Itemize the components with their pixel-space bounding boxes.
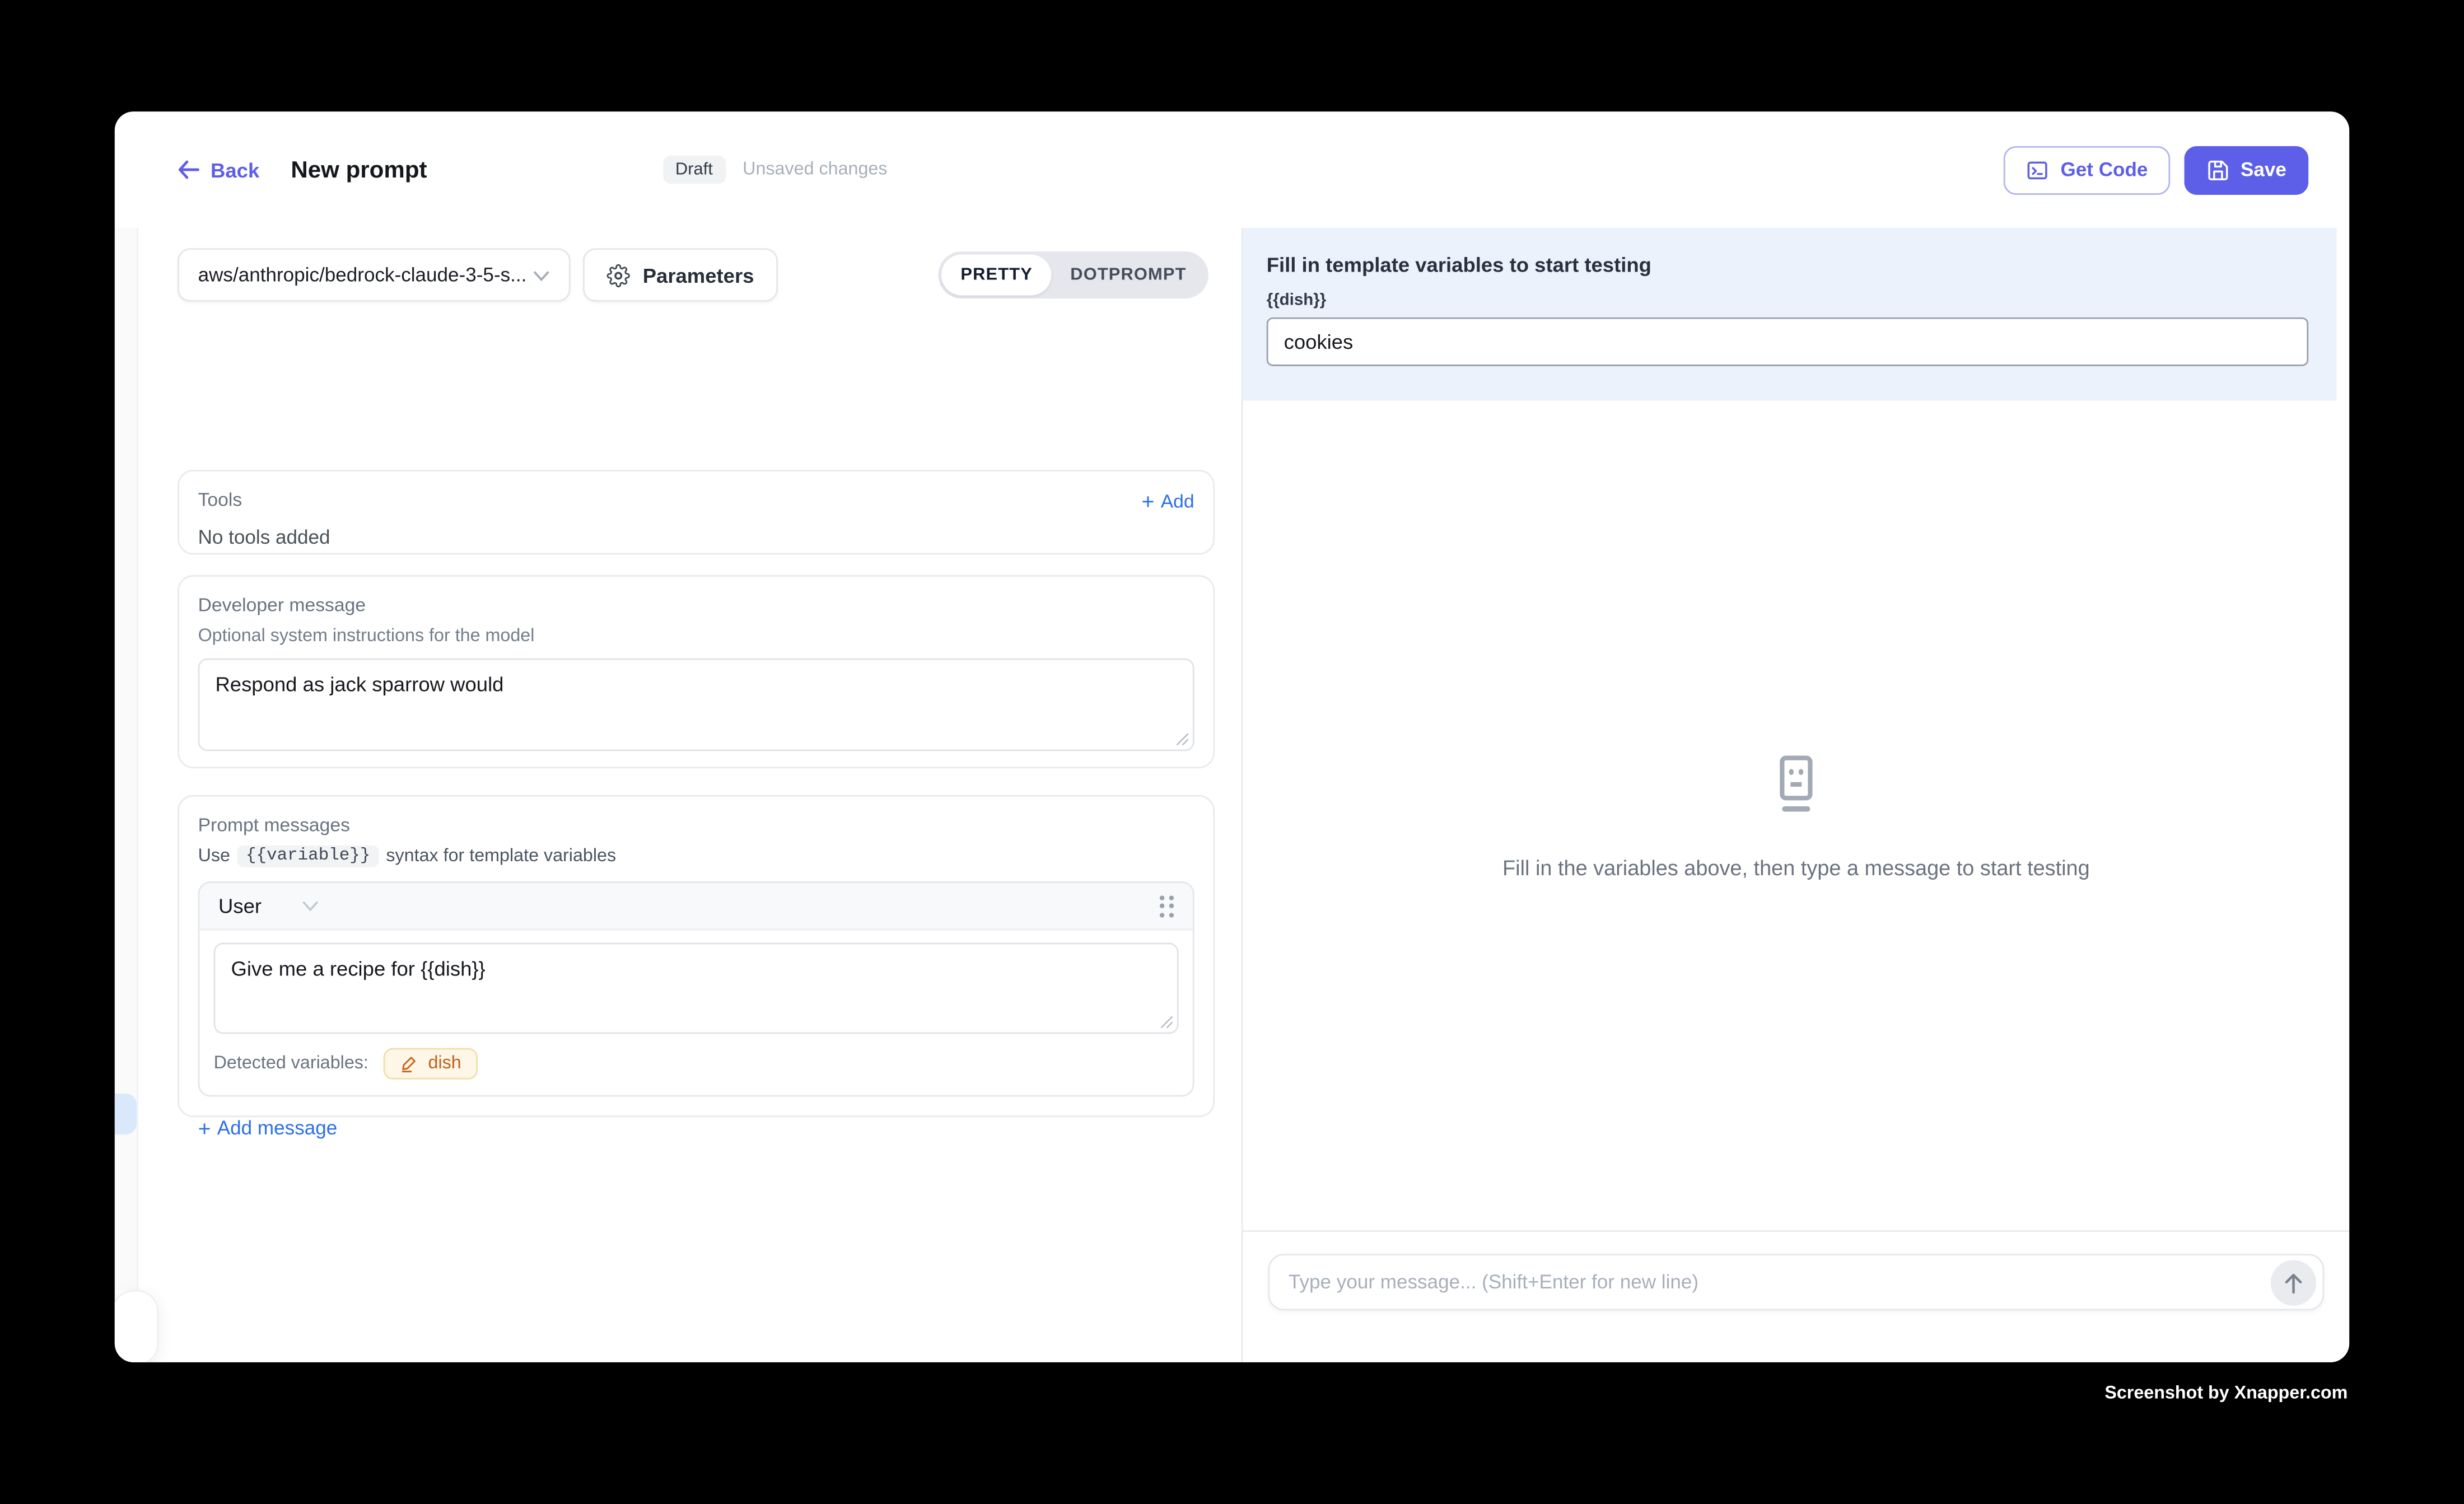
chevron-down-icon <box>302 900 320 912</box>
save-icon <box>2206 158 2229 181</box>
message-header: User <box>199 883 1192 930</box>
plus-icon: + <box>198 1119 211 1138</box>
page-title: New prompt <box>291 156 427 183</box>
corner-card <box>115 1290 159 1362</box>
toggle-option-dotprompt[interactable]: DOTPROMPT <box>1052 255 1206 296</box>
drag-handle-icon[interactable] <box>1160 895 1174 917</box>
editor-panel: aws/anthropic/bedrock-claude-3-5-s... Pa… <box>115 228 1243 1362</box>
message-textarea[interactable]: Give me a recipe for {{dish}} <box>214 943 1179 1034</box>
add-tool-button[interactable]: + Add <box>1142 491 1194 512</box>
tester-panel: Fill in template variables to start test… <box>1243 228 2350 1362</box>
send-button[interactable] <box>2271 1260 2316 1306</box>
developer-message-title: Developer message <box>198 596 1194 616</box>
code-terminal-icon <box>2026 158 2050 181</box>
parameters-label: Parameters <box>643 263 754 287</box>
save-label: Save <box>2241 158 2286 180</box>
resize-handle-icon[interactable] <box>1175 732 1189 746</box>
resize-handle-icon[interactable] <box>1160 1015 1174 1029</box>
parameters-button[interactable]: Parameters <box>583 248 777 301</box>
tester-title: Fill in template variables to start test… <box>1267 253 2308 277</box>
chevron-down-icon <box>533 269 550 281</box>
message-body: Give me a recipe for {{dish}} Detected v… <box>199 930 1192 1095</box>
role-selector[interactable]: User <box>218 894 320 918</box>
chat-input[interactable] <box>1268 1254 2325 1310</box>
prompt-messages-card: Prompt messages Use {{variable}} syntax … <box>178 795 1215 1117</box>
app-window: Back New prompt Draft Unsaved changes Ge… <box>115 111 2349 1362</box>
main-content: aws/anthropic/bedrock-claude-3-5-s... Pa… <box>115 228 2349 1362</box>
header: Back New prompt Draft Unsaved changes Ge… <box>115 111 2349 228</box>
message-input[interactable] <box>1289 1271 2253 1293</box>
draft-badge: Draft <box>662 156 725 184</box>
tools-empty-text: No tools added <box>198 526 1194 548</box>
screenshot-stage: Back New prompt Draft Unsaved changes Ge… <box>0 0 2464 1503</box>
robot-face-icon <box>1766 752 1826 815</box>
tools-title: Tools <box>198 491 242 511</box>
variable-code-chip: {{variable}} <box>238 846 378 867</box>
role-value: User <box>218 894 262 918</box>
tools-card: Tools + Add No tools added <box>178 470 1215 555</box>
watermark: Screenshot by Xnapper.com <box>2104 1384 2348 1403</box>
gear-icon <box>606 263 630 287</box>
left-rail <box>115 228 138 1290</box>
unsaved-changes-label: Unsaved changes <box>743 160 887 179</box>
detected-variables-row: Detected variables: dish <box>214 1048 1179 1080</box>
detected-variables-label: Detected variables: <box>214 1054 368 1073</box>
developer-message-card: Developer message Optional system instru… <box>178 575 1215 768</box>
variable-label: {{dish}} <box>1267 291 2308 310</box>
rail-highlight <box>115 1094 137 1134</box>
tester-header: Fill in template variables to start test… <box>1243 228 2337 401</box>
prompt-messages-title: Prompt messages <box>198 815 1194 835</box>
add-message-button[interactable]: + Add message <box>198 1117 1194 1139</box>
empty-state-text: Fill in the variables above, then type a… <box>1502 856 2090 879</box>
back-button[interactable]: Back <box>178 158 259 181</box>
chat-input-bar <box>1243 1230 2350 1362</box>
editor-controls: aws/anthropic/bedrock-claude-3-5-s... Pa… <box>178 248 1208 301</box>
model-selector[interactable]: aws/anthropic/bedrock-claude-3-5-s... <box>178 248 571 301</box>
variable-chip-label: dish <box>428 1054 461 1073</box>
variable-chip[interactable]: dish <box>384 1048 477 1080</box>
header-actions: Get Code Save <box>2004 146 2308 194</box>
add-message-label: Add message <box>217 1117 337 1139</box>
hint-prefix: Use <box>198 847 230 866</box>
view-toggle: PRETTY DOTPROMPT <box>939 251 1208 298</box>
empty-state: Fill in the variables above, then type a… <box>1243 401 2350 1231</box>
developer-message-textarea[interactable]: Respond as jack sparrow would <box>198 658 1194 751</box>
arrow-up-icon <box>2283 1272 2303 1294</box>
variable-input[interactable] <box>1267 317 2308 366</box>
hint-suffix: syntax for template variables <box>386 847 616 866</box>
get-code-button[interactable]: Get Code <box>2004 146 2169 194</box>
back-arrow-icon <box>178 160 199 179</box>
get-code-label: Get Code <box>2060 158 2148 180</box>
back-label: Back <box>211 158 259 181</box>
message-block: User Give me a recipe for {{dish}} <box>198 881 1194 1096</box>
edit-pencil-icon <box>400 1054 419 1073</box>
plus-icon: + <box>1142 492 1155 511</box>
save-button[interactable]: Save <box>2184 146 2308 194</box>
developer-message-subtitle: Optional system instructions for the mod… <box>198 627 1194 646</box>
toggle-option-pretty[interactable]: PRETTY <box>942 255 1052 296</box>
template-hint: Use {{variable}} syntax for template var… <box>198 846 1194 867</box>
add-tool-label: Add <box>1161 491 1194 512</box>
model-selector-value: aws/anthropic/bedrock-claude-3-5-s... <box>198 264 527 286</box>
